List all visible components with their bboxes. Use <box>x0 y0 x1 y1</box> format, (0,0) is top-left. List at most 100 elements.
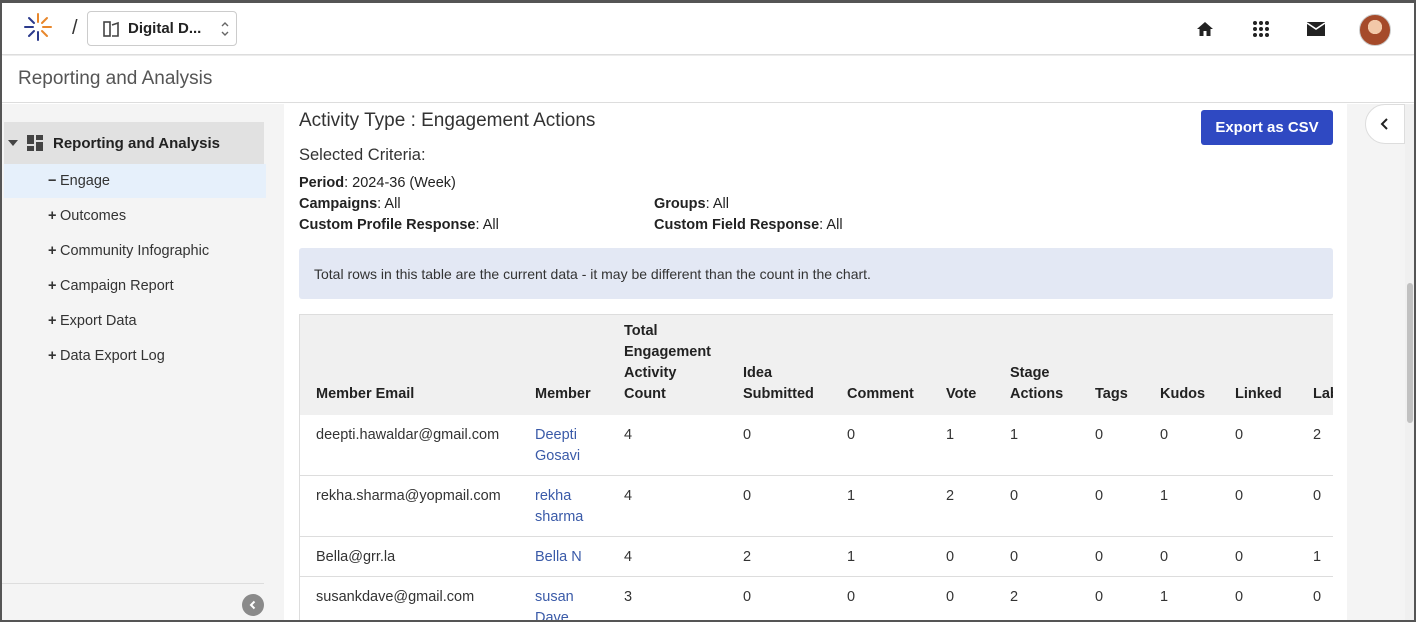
table-cell: 0 <box>1219 475 1297 537</box>
sidebar-item-label: Export Data <box>60 313 137 329</box>
sidebar-item-export-data[interactable]: + Export Data <box>4 304 266 338</box>
sidebar-item-engage[interactable]: − Engage <box>4 164 266 198</box>
logo-icon[interactable] <box>22 11 54 43</box>
table-cell: 0 <box>1297 475 1333 537</box>
email-cell: rekha.sharma@yopmail.com <box>300 475 519 537</box>
member-link[interactable]: Bella N <box>519 536 608 577</box>
table-cell: 0 <box>930 536 994 577</box>
table-cell: 0 <box>1079 415 1144 476</box>
table-cell: 1 <box>1297 536 1333 577</box>
table-cell: 2 <box>930 475 994 537</box>
apps-grid-icon[interactable] <box>1248 16 1274 42</box>
table-cell: 0 <box>831 576 930 620</box>
column-header[interactable]: Kudos <box>1144 315 1219 415</box>
table-cell: 1 <box>1144 576 1219 620</box>
table-row: rekha.sharma@yopmail.com rekha sharma 4 … <box>300 475 1333 537</box>
sidebar-item-label: Engage <box>60 173 110 189</box>
export-csv-button[interactable]: Export as CSV <box>1201 110 1333 145</box>
table-cell: 0 <box>1079 475 1144 537</box>
info-notice: Total rows in this table are the current… <box>299 248 1333 299</box>
criteria-value: : All <box>475 217 499 233</box>
main-content: Activity Type : Engagement Actions Expor… <box>284 104 1347 620</box>
column-header[interactable]: Vote <box>930 315 994 415</box>
criteria-value: : All <box>377 196 401 212</box>
criteria-value: : All <box>819 217 843 233</box>
sidebar: Reporting and Analysis − Engage + Outcom… <box>2 104 284 620</box>
sidebar-item-label: Data Export Log <box>60 348 165 364</box>
dashboard-icon <box>27 135 43 151</box>
engagement-table-container: Member Email Member Total Engagement Act… <box>299 314 1333 620</box>
expand-sign: + <box>48 208 57 224</box>
expand-sign: + <box>48 348 57 364</box>
engagement-table: Member Email Member Total Engagement Act… <box>300 315 1333 620</box>
member-link[interactable]: susan Dave <box>519 576 608 620</box>
sidebar-item-label: Community Infographic <box>60 243 210 259</box>
member-link[interactable]: rekha sharma <box>519 475 608 537</box>
criteria-custom-profile: Custom Profile Response: All <box>299 217 499 233</box>
column-header[interactable]: Idea Submitted <box>727 315 831 415</box>
criteria-label: Groups <box>654 196 706 212</box>
column-header[interactable]: Comment <box>831 315 930 415</box>
column-header[interactable]: Total Engagement Activity Count <box>608 315 727 415</box>
home-icon[interactable] <box>1192 16 1218 42</box>
app-window: / Digital D... Reporting and Analysis Re… <box>0 0 1416 622</box>
table-cell: 0 <box>1219 576 1297 620</box>
table-cell: 2 <box>994 576 1079 620</box>
table-cell: 0 <box>930 576 994 620</box>
sidebar-item-outcomes[interactable]: + Outcomes <box>4 199 266 233</box>
table-cell: 3 <box>608 576 727 620</box>
scrollbar-thumb[interactable] <box>1407 283 1413 423</box>
workspace-icon <box>103 20 119 37</box>
table-cell: 1 <box>831 475 930 537</box>
criteria-label: Custom Field Response <box>654 217 820 233</box>
criteria-label: Custom Profile Response <box>299 217 476 233</box>
sidebar-section-reporting[interactable]: Reporting and Analysis <box>4 122 264 164</box>
collapse-sidebar-button[interactable] <box>242 594 264 616</box>
criteria-groups: Groups: All <box>654 196 729 212</box>
table-cell: 0 <box>1144 536 1219 577</box>
criteria-label: Period <box>299 175 345 191</box>
table-cell: 0 <box>1219 415 1297 476</box>
criteria-value: : 2024-36 (Week) <box>344 175 456 191</box>
table-cell: 4 <box>608 415 727 476</box>
table-row: susankdave@gmail.com susan Dave 3 0 0 0 … <box>300 576 1333 620</box>
criteria-title: Selected Criteria: <box>299 146 426 164</box>
email-cell: deepti.hawaldar@gmail.com <box>300 415 519 476</box>
sidebar-item-community-infographic[interactable]: + Community Infographic <box>4 234 266 268</box>
breadcrumb-separator: / <box>72 17 78 39</box>
expand-right-panel-button[interactable] <box>1365 104 1405 144</box>
criteria-campaigns: Campaigns: All <box>299 196 401 212</box>
column-header[interactable]: Member Email <box>300 315 519 415</box>
workspace-selector[interactable]: Digital D... <box>87 11 237 46</box>
sidebar-item-data-export-log[interactable]: + Data Export Log <box>4 339 266 373</box>
criteria-value: : All <box>705 196 729 212</box>
table-cell: 1 <box>994 415 1079 476</box>
table-cell: 0 <box>1144 415 1219 476</box>
activity-type-heading: Activity Type : Engagement Actions <box>299 110 596 131</box>
top-bar: / Digital D... <box>2 3 1414 55</box>
page-title: Reporting and Analysis <box>18 68 213 89</box>
column-header[interactable]: Tags <box>1079 315 1144 415</box>
table-row: Bella@grr.la Bella N 4 2 1 0 0 0 0 0 1 <box>300 536 1333 577</box>
email-cell: Bella@grr.la <box>300 536 519 577</box>
avatar[interactable] <box>1359 14 1391 46</box>
sidebar-section-label: Reporting and Analysis <box>53 134 220 152</box>
sidebar-item-label: Campaign Report <box>60 278 174 294</box>
criteria-period: Period: 2024-36 (Week) <box>299 175 456 191</box>
column-header[interactable]: Stage Actions <box>994 315 1079 415</box>
table-cell: 0 <box>994 475 1079 537</box>
column-header[interactable]: Member <box>519 315 608 415</box>
table-cell: 0 <box>994 536 1079 577</box>
right-panel-strip <box>1347 104 1414 620</box>
table-cell: 1 <box>831 536 930 577</box>
column-header[interactable]: Linked <box>1219 315 1297 415</box>
notice-text: Total rows in this table are the current… <box>314 265 871 282</box>
sidebar-item-campaign-report[interactable]: + Campaign Report <box>4 269 266 303</box>
table-cell: 2 <box>727 536 831 577</box>
column-header[interactable]: Lab <box>1297 315 1333 415</box>
collapse-sign: − <box>48 173 57 189</box>
mail-icon[interactable] <box>1303 16 1329 42</box>
page-header: Reporting and Analysis <box>2 56 1414 103</box>
expand-sign: + <box>48 313 57 329</box>
member-link[interactable]: Deepti Gosavi <box>519 415 608 476</box>
